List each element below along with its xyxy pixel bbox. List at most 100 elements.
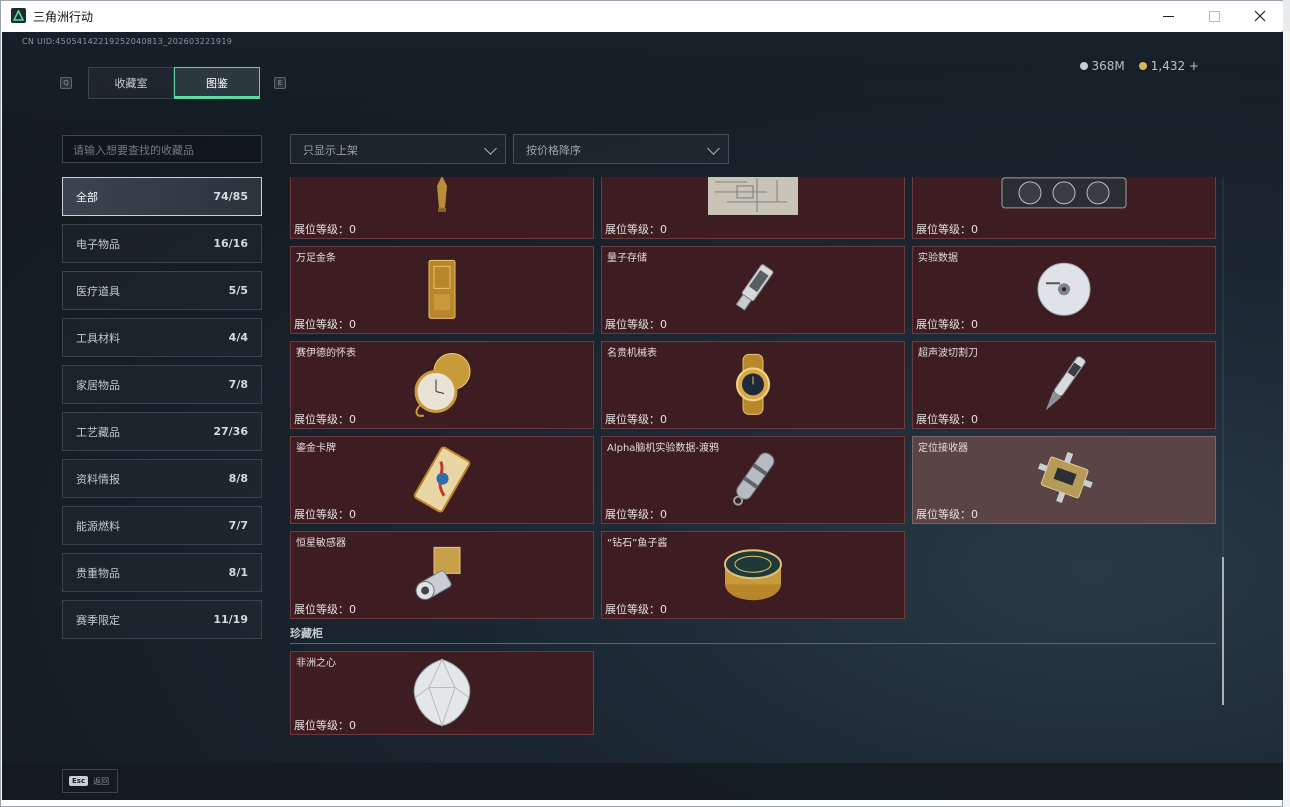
- booth-level: 展位等级：0: [605, 413, 667, 426]
- item-name: “钻石”鱼子酱: [607, 538, 668, 549]
- category-item[interactable]: 资料情报 8/8: [62, 459, 262, 498]
- sort-dropdown[interactable]: 按价格降序: [513, 134, 729, 164]
- card-icon: [412, 444, 472, 518]
- title-bar: 三角洲行动: [1, 1, 1283, 31]
- booth-level: 展位等级：0: [294, 318, 356, 331]
- collectible-card[interactable]: 量子存储 展位等级：0: [601, 246, 905, 334]
- item-name: 非洲之心: [296, 658, 336, 669]
- wristwatch-icon: [727, 352, 779, 420]
- booth-level: 展位等级：0: [605, 318, 667, 331]
- item-name: 名贵机械表: [607, 348, 657, 359]
- booth-level: 展位等级：0: [605, 508, 667, 521]
- listing-filter-dropdown[interactable]: 只显示上架: [290, 134, 506, 164]
- booth-level: 展位等级：0: [294, 719, 356, 732]
- category-label: 电子物品: [76, 237, 120, 251]
- category-item[interactable]: 全部 74/85: [62, 177, 262, 216]
- collectible-card[interactable]: 展位等级：0: [601, 177, 905, 239]
- collectible-card[interactable]: 定位接收器 展位等级：0: [912, 436, 1216, 524]
- tab-catalog[interactable]: 图鉴: [174, 67, 260, 99]
- category-label: 工具材料: [76, 331, 120, 345]
- prev-tab-key[interactable]: Q: [60, 77, 72, 89]
- back-button[interactable]: Esc 返回: [62, 769, 118, 793]
- category-item[interactable]: 电子物品 16/16: [62, 224, 262, 263]
- item-name: 鎏金卡牌: [296, 443, 336, 454]
- booth-level: 展位等级：0: [916, 318, 978, 331]
- category-count: 11/19: [213, 613, 248, 626]
- category-item[interactable]: 医疗道具 5/5: [62, 271, 262, 310]
- category-item[interactable]: 家居物品 7/8: [62, 365, 262, 404]
- cutter-icon: [1035, 350, 1093, 422]
- category-label: 贵重物品: [76, 566, 120, 580]
- collectible-card[interactable]: Alpha脑机实验数据-渡鸦 展位等级：0: [601, 436, 905, 524]
- category-label: 资料情报: [76, 472, 120, 486]
- item-name: 赛伊德的怀表: [296, 348, 356, 359]
- collectible-card[interactable]: 鎏金卡牌 展位等级：0: [290, 436, 594, 524]
- collectible-card[interactable]: 超声波切割刀 展位等级：0: [912, 341, 1216, 429]
- graphics-card-icon: [1000, 177, 1128, 218]
- category-count: 4/4: [228, 331, 248, 344]
- item-name: 超声波切割刀: [918, 348, 978, 359]
- collectible-card[interactable]: 展位等级：0: [912, 177, 1216, 239]
- category-sidebar: 全部 74/85 电子物品 16/16 医疗道具 5/5 工具材料 4/4 家居物品 7/8 工艺藏…: [62, 177, 264, 647]
- category-count: 16/16: [213, 237, 248, 250]
- category-item[interactable]: 工具材料 4/4: [62, 318, 262, 357]
- collectible-card[interactable]: “钻石”鱼子酱 展位等级：0: [601, 531, 905, 619]
- next-tab-key[interactable]: E: [274, 77, 286, 89]
- collectible-card[interactable]: 名贵机械表展位等级：0: [601, 341, 905, 429]
- disc-icon: [1036, 261, 1092, 321]
- background-window-strip: [1283, 31, 1290, 807]
- category-count: 74/85: [213, 190, 248, 203]
- gold-coin-icon: [1138, 62, 1147, 70]
- sensor-icon: [412, 541, 472, 611]
- item-name: 恒星敏感器: [296, 538, 346, 549]
- booth-level: 展位等级：0: [916, 223, 978, 236]
- category-count: 5/5: [228, 284, 248, 297]
- showcase-section-title: 珍藏柜: [290, 627, 323, 640]
- esc-key: Esc: [69, 776, 89, 786]
- collectible-card[interactable]: 赛伊德的怀表 展位等级：0: [290, 341, 594, 429]
- trophy-icon: [430, 177, 454, 218]
- gold-bar-icon: [427, 258, 457, 324]
- showcase-card[interactable]: 非洲之心展位等级：0: [290, 651, 594, 735]
- category-count: 8/8: [228, 472, 248, 485]
- bottom-bar: [2, 763, 1283, 800]
- collectible-card[interactable]: 实验数据 展位等级：0: [912, 246, 1216, 334]
- listing-filter-value: 只显示上架: [303, 144, 358, 157]
- diamond-icon: [409, 657, 475, 731]
- scrollbar-thumb[interactable]: [1222, 557, 1224, 705]
- sort-value: 按价格降序: [526, 144, 581, 157]
- category-item[interactable]: 工艺藏品 27/36: [62, 412, 262, 451]
- pocket-watch-icon: [410, 349, 474, 423]
- booth-level: 展位等级：0: [916, 413, 978, 426]
- booth-level: 展位等级：0: [605, 603, 667, 616]
- booth-level: 展位等级：0: [605, 223, 667, 236]
- collectible-card[interactable]: 万足金条 展位等级：0: [290, 246, 594, 334]
- category-label: 赛季限定: [76, 613, 120, 627]
- item-name: Alpha脑机实验数据-渡鸦: [607, 443, 720, 454]
- category-label: 能源燃料: [76, 519, 120, 533]
- receiver-icon: [1032, 448, 1096, 514]
- currency-coins: 368M: [1079, 59, 1125, 73]
- collectible-card[interactable]: 恒星敏感器展位等级：0: [290, 531, 594, 619]
- player-uid: CN UID:4505414221925204081З_202603221919: [22, 37, 233, 46]
- category-item[interactable]: 赛季限定 11/19: [62, 600, 262, 639]
- blueprint-icon: [707, 177, 799, 220]
- category-count: 7/7: [228, 519, 248, 532]
- tab-collection-room[interactable]: 收藏室: [88, 67, 174, 99]
- category-label: 医疗道具: [76, 284, 120, 298]
- data-canister-icon: [725, 447, 781, 515]
- coin-icon: [1079, 62, 1088, 70]
- minimize-button[interactable]: [1145, 1, 1191, 31]
- booth-level: 展位等级：0: [294, 603, 356, 616]
- collectible-card[interactable]: 展位等级：0: [290, 177, 594, 239]
- item-name: 定位接收器: [918, 443, 968, 454]
- currency-gold[interactable]: 1,432 +: [1138, 59, 1199, 73]
- window-title: 三角洲行动: [33, 10, 94, 24]
- category-label: 家居物品: [76, 378, 120, 392]
- close-button[interactable]: [1237, 1, 1283, 31]
- category-item[interactable]: 贵重物品 8/1: [62, 553, 262, 592]
- tab-bar: Q 收藏室 图鉴 E: [60, 67, 286, 99]
- search-input[interactable]: 请输入想要查找的收藏品: [62, 135, 262, 163]
- maximize-button[interactable]: [1191, 1, 1237, 31]
- category-item[interactable]: 能源燃料 7/7: [62, 506, 262, 545]
